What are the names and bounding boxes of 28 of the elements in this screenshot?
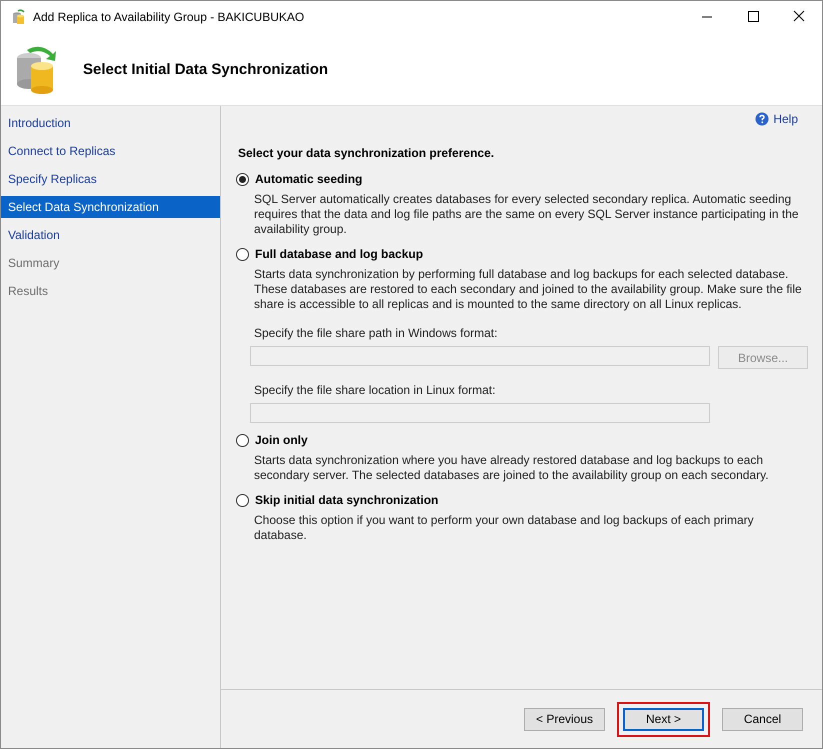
field-label: Specify the file share path in Windows format: <box>254 326 498 340</box>
help-link[interactable]: Help <box>755 112 798 126</box>
dialog-button[interactable]: < Previous <box>524 708 605 730</box>
dialog-button[interactable]: Cancel <box>722 708 803 730</box>
radio-option[interactable]: Automatic seeding <box>236 172 808 186</box>
sidebar-item[interactable]: Connect to Replicas <box>1 140 220 162</box>
dialog-button[interactable]: Next > <box>623 708 704 730</box>
help-icon <box>755 112 770 126</box>
sidebar-item[interactable]: Introduction <box>1 112 220 134</box>
radio-option[interactable]: Skip initial data synchronization <box>236 493 808 507</box>
option-description: SQL Server automatically creates databases for every selected secondary replica. Automatic seeding requires that the data and log file paths are the same on every SQL Server instance participating in the availability group. <box>254 192 800 237</box>
page-title: Select Initial Data Synchronization <box>83 60 328 78</box>
sidebar-item[interactable]: Specify Replicas <box>1 168 220 190</box>
database-icon <box>11 9 27 25</box>
option-description: Choose this option if you want to perform your own database and log backups of each primary database. <box>254 513 755 543</box>
radio-button[interactable] <box>236 248 249 260</box>
field-label: Specify the file share location in Linux format: <box>254 383 496 397</box>
option-description: Starts data synchronization by performing full database and log backups for each selected database. These databases are restored to each secondary and joined to the availability group. Make sure the file share is accessible to all replicas and is mounted to the same directory on all Linux replicas. <box>254 267 803 312</box>
sidebar-item[interactable]: Select Data Synchronization <box>1 196 220 218</box>
radio-button[interactable] <box>236 434 249 446</box>
radio-option[interactable]: Full database and log backup <box>236 247 808 261</box>
radio-button[interactable] <box>236 494 249 506</box>
instruction-text: Select your data synchronization preference. <box>238 146 496 160</box>
radio-option[interactable]: Join only <box>236 433 808 447</box>
option-description: Starts data synchronization where you have already restored database and log backups to each secondary server. The selected databases are joined to the availability group on each secondary. <box>254 453 770 483</box>
window-title: Add Replica to Availability Group - BAKICUBUKAO <box>33 10 306 24</box>
radio-button[interactable] <box>236 172 249 186</box>
sidebar-item[interactable]: Validation <box>1 224 220 246</box>
